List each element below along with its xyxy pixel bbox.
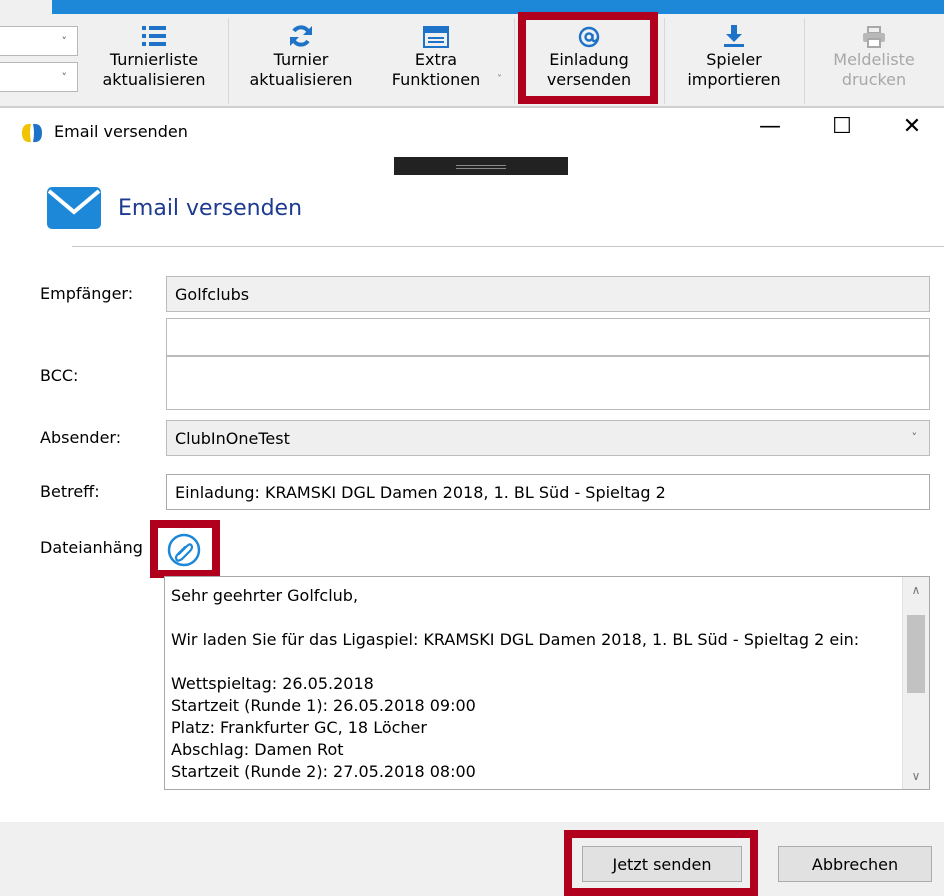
envelope-icon — [47, 187, 101, 229]
ribbon-combo-bottom[interactable]: ˅ — [0, 62, 78, 92]
ribbon-label: Turnier — [273, 50, 329, 69]
scroll-thumb[interactable] — [907, 615, 925, 693]
highlight-attachment — [150, 520, 220, 578]
chevron-down-icon: ˅ — [497, 74, 502, 85]
turnierliste-aktualisieren-button[interactable]: Turnierliste aktualisieren — [92, 18, 216, 104]
ribbon-separator — [804, 18, 805, 104]
bcc-field[interactable] — [166, 356, 930, 410]
ribbon-divider — [0, 106, 944, 108]
recipient-field[interactable]: Golfclubs — [166, 276, 930, 312]
body-line: Abschlag: Damen Rot — [171, 740, 344, 759]
bcc-field-upper[interactable] — [166, 318, 930, 356]
chevron-down-icon: ˅ — [61, 35, 68, 48]
maximize-icon[interactable]: ☐ — [822, 114, 862, 139]
extra-funktionen-button[interactable]: Extra Funktionen ˅ — [376, 18, 502, 104]
highlight-einladung — [518, 12, 658, 104]
message-body-text: Sehr geehrter Golfclub, Wir laden Sie fü… — [171, 585, 899, 783]
close-icon[interactable]: ✕ — [892, 114, 932, 139]
body-line: Sehr geehrter Golfclub, — [171, 586, 359, 605]
ribbon-label: aktualisieren — [102, 70, 206, 89]
body-line: Startzeit (Runde 1): 26.05.2018 09:00 — [171, 696, 476, 715]
ribbon-label: Extra — [414, 50, 458, 69]
sender-select[interactable]: ClubInOneTest ˅ — [166, 420, 930, 456]
minimize-icon[interactable]: — — [750, 114, 790, 139]
body-line: Wir laden Sie für das Ligaspiel: KRAMSKI… — [171, 630, 860, 649]
attachments-label: Dateianhäng — [40, 538, 143, 557]
spieler-importieren-button[interactable]: Spieler importieren — [674, 18, 794, 104]
subject-input[interactable]: Einladung: KRAMSKI DGL Damen 2018, 1. BL… — [166, 474, 930, 510]
ribbon-label: drucken — [841, 70, 907, 89]
cancel-button[interactable]: Abbrechen — [778, 846, 932, 882]
subject-label: Betreff: — [40, 482, 100, 501]
ribbon-label: aktualisieren — [249, 70, 353, 89]
ribbon-label: Turnierliste — [109, 50, 199, 69]
body-line: Startzeit (Runde 2): 27.05.2018 08:00 — [171, 762, 476, 781]
ribbon-label: Funktionen — [391, 70, 481, 89]
download-icon — [724, 25, 744, 47]
sender-value: ClubInOneTest — [175, 428, 290, 448]
chevron-down-icon: ˅ — [911, 431, 918, 444]
recipient-label: Empfänger: — [40, 284, 134, 303]
drag-handle[interactable] — [394, 157, 568, 175]
scroll-up-icon[interactable]: ∧ — [903, 583, 929, 597]
window-icon — [423, 26, 449, 48]
subject-value: Einladung: KRAMSKI DGL Damen 2018, 1. BL… — [175, 482, 666, 502]
recipient-value: Golfclubs — [175, 284, 250, 304]
bcc-label: BCC: — [40, 366, 79, 385]
ribbon-label: Meldeliste — [833, 50, 915, 69]
printer-icon — [863, 26, 885, 48]
highlight-send — [564, 830, 758, 896]
ribbon-separator — [228, 18, 229, 104]
header-divider — [72, 246, 944, 247]
message-body[interactable]: Sehr geehrter Golfclub, Wir laden Sie fü… — [164, 576, 930, 790]
ribbon-toolbar: ˅ ˅ Turnierliste aktualisieren Turnier a… — [0, 0, 944, 108]
chevron-down-icon: ˅ — [61, 71, 68, 84]
body-line: Wettspieltag: 26.05.2018 — [171, 674, 374, 693]
body-line — [171, 651, 899, 673]
meldeliste-drucken-button[interactable]: Meldeliste drucken — [812, 18, 936, 104]
app-logo-icon — [22, 123, 42, 143]
grip-lines — [456, 165, 506, 166]
turnier-aktualisieren-button[interactable]: Turnier aktualisieren — [240, 18, 362, 104]
scroll-down-icon[interactable]: ∨ — [903, 769, 929, 783]
ribbon-label: importieren — [687, 70, 781, 89]
ribbon-separator — [514, 18, 515, 104]
ribbon-separator — [664, 18, 665, 104]
ribbon-accent-strip — [52, 0, 944, 14]
sender-label: Absender: — [40, 428, 122, 447]
body-line: Platz: Frankfurter GC, 18 Löcher — [171, 718, 427, 737]
dialog-titlebar: Email versenden — ☐ ✕ — [0, 110, 944, 154]
body-scrollbar[interactable]: ∧ ∨ — [902, 577, 929, 789]
body-line — [171, 607, 899, 629]
list-icon — [142, 26, 166, 46]
refresh-icon — [290, 25, 312, 47]
dialog-header-title: Email versenden — [118, 196, 303, 221]
ribbon-combo-top[interactable]: ˅ — [0, 26, 78, 56]
ribbon-label: Spieler — [706, 50, 762, 69]
window-title: Email versenden — [54, 122, 188, 141]
